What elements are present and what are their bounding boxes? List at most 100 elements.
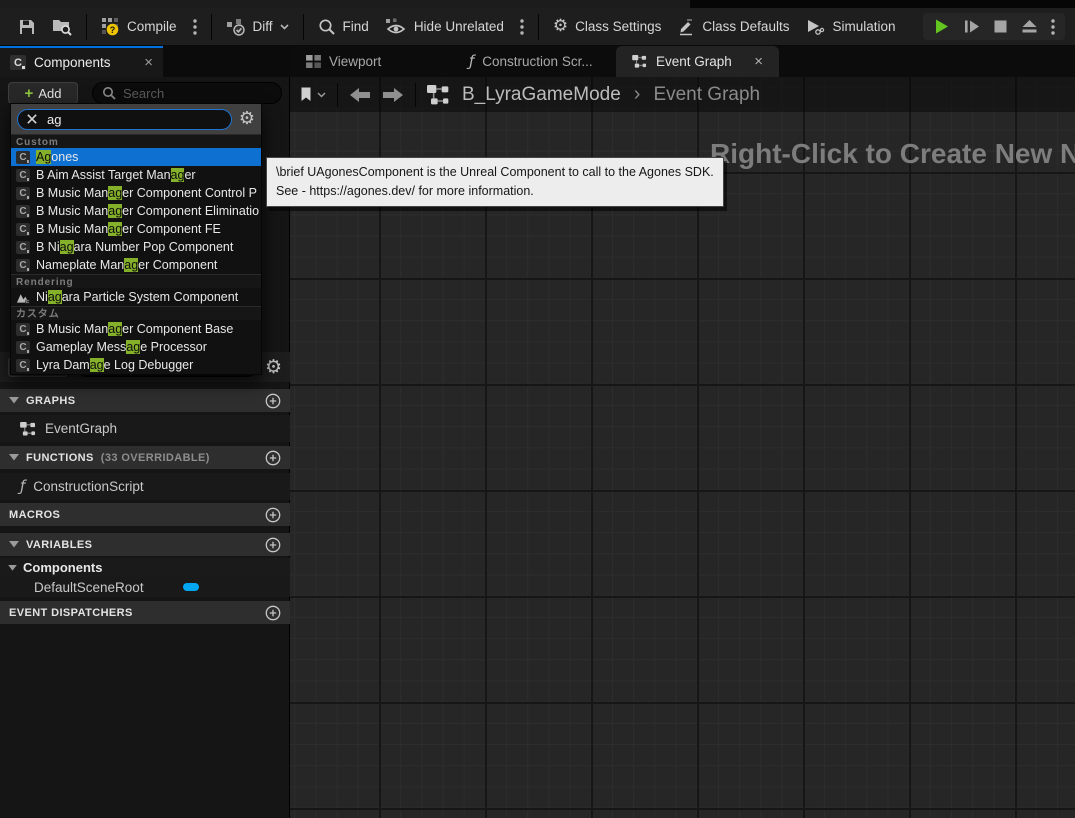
find-button[interactable]: Find <box>310 13 377 41</box>
collapse-arrow-icon[interactable] <box>9 541 19 548</box>
search-placeholder: Search <box>123 86 164 101</box>
toolbar-separator <box>211 14 212 40</box>
component-class-search-input[interactable]: ag <box>17 109 232 130</box>
default-scene-root-variable[interactable]: DefaultSceneRoot <box>0 577 290 597</box>
breadcrumb-chevron: › <box>634 83 641 106</box>
hide-unrelated-label: Hide Unrelated <box>414 19 504 34</box>
dropdown-item[interactable]: CNameplate Manager Component <box>11 256 261 274</box>
dropdown-settings-gear-icon[interactable]: ⚙ <box>239 110 255 128</box>
save-button[interactable] <box>10 13 44 41</box>
chevron-down-icon <box>317 92 326 98</box>
titlebar <box>0 0 1075 8</box>
macros-section-header[interactable]: MACROS <box>0 503 290 526</box>
simulation-button[interactable]: Simulation <box>797 13 903 41</box>
dropdown-item[interactable]: CLyra Damage Log Debugger <box>11 356 261 374</box>
toolbar-separator <box>538 14 539 40</box>
dropdown-item-label: Lyra Damage Log Debugger <box>36 358 193 372</box>
dropdown-item[interactable]: CB Music Manager Component Eliminatio <box>11 202 261 220</box>
dropdown-item[interactable]: CNiagara Particle System Component <box>11 288 261 306</box>
gear-icon: ⚙ <box>553 18 568 35</box>
tab-label: Viewport <box>329 54 381 69</box>
forward-button[interactable] <box>382 87 404 103</box>
add-function-button[interactable] <box>265 450 281 466</box>
breadcrumb-blueprint-name[interactable]: B_LyraGameMode <box>462 84 621 106</box>
component-icon: C <box>16 205 30 218</box>
hide-unrelated-button[interactable]: Hide Unrelated <box>377 13 512 41</box>
add-button-label: Add <box>38 86 61 101</box>
functions-section-header[interactable]: FUNCTIONS (33 OVERRIDABLE) <box>0 446 290 469</box>
dropdown-category-label: Rendering <box>11 274 261 288</box>
event-dispatchers-section-header[interactable]: EVENT DISPATCHERS <box>0 601 290 624</box>
play-button[interactable] <box>933 18 950 35</box>
tab-viewport[interactable]: Viewport <box>290 46 453 77</box>
class-settings-button[interactable]: ⚙ Class Settings <box>545 13 670 40</box>
collapse-arrow-icon[interactable] <box>9 397 19 404</box>
search-query-text: ag <box>47 112 61 127</box>
eject-button[interactable] <box>1021 19 1038 34</box>
dropdown-item[interactable]: C B Niagara Number Pop Component <box>11 238 261 256</box>
dropdown-item[interactable]: CB Music Manager Component Base <box>11 320 261 338</box>
find-label: Find <box>343 19 369 34</box>
ellipsis-vertical-icon <box>520 19 524 35</box>
hide-unrelated-options-button[interactable] <box>512 14 532 40</box>
close-tab-icon[interactable]: × <box>144 55 153 70</box>
dropdown-item[interactable]: CB Aim Assist Target Manager <box>11 166 261 184</box>
dropdown-item[interactable]: CB Music Manager Component FE <box>11 220 261 238</box>
play-options-button[interactable] <box>1051 19 1055 35</box>
compile-button[interactable]: ? Compile <box>93 12 185 41</box>
dropdown-item-label: B Music Manager Component Control P <box>36 186 257 200</box>
graph-icon <box>427 85 451 105</box>
clear-search-icon[interactable] <box>26 113 38 125</box>
variables-section-header[interactable]: VARIABLES <box>0 533 290 556</box>
tab-event-graph[interactable]: Event Graph × <box>616 46 779 77</box>
components-search-input[interactable]: Search <box>92 82 282 104</box>
tooltip-line-1: \brief UAgonesComponent is the Unreal Co… <box>276 163 714 182</box>
tooltip-line-2: See - https://agones.dev/ for more infor… <box>276 182 714 201</box>
event-graph-item[interactable]: EventGraph <box>0 415 290 442</box>
collapse-arrow-icon[interactable] <box>8 565 17 571</box>
diff-button[interactable]: Diff <box>218 13 297 41</box>
tab-construction-script[interactable]: ƒ Construction Scr... <box>453 46 616 77</box>
stop-button[interactable] <box>993 19 1008 34</box>
add-macro-button[interactable] <box>265 507 281 523</box>
function-icon: ƒ <box>469 54 474 69</box>
dropdown-item-label: Niagara Particle System Component <box>36 290 238 304</box>
simulation-label: Simulation <box>832 19 895 34</box>
add-component-button[interactable]: + Add <box>8 82 78 104</box>
add-graph-button[interactable] <box>265 393 281 409</box>
dropdown-item-label: B Niagara Number Pop Component <box>36 240 233 254</box>
bookmark-icon <box>300 87 312 102</box>
plus-icon: + <box>25 86 34 101</box>
add-component-dropdown: ag ⚙ CustomCAgonesCB Aim Assist Target M… <box>10 103 262 375</box>
dropdown-item-label: B Music Manager Component FE <box>36 222 221 236</box>
collapse-arrow-icon[interactable] <box>9 454 19 461</box>
graphs-section-header[interactable]: GRAPHS <box>0 389 290 412</box>
frame-skip-button[interactable] <box>963 18 980 35</box>
add-event-dispatcher-button[interactable] <box>265 605 281 621</box>
component-icon: C <box>16 241 30 254</box>
function-icon: ƒ <box>20 479 25 494</box>
class-defaults-button[interactable]: Class Defaults <box>669 13 797 41</box>
component-icon: C <box>16 341 30 354</box>
construction-script-item[interactable]: ƒ ConstructionScript <box>0 473 290 500</box>
dropdown-item-label: Agones <box>36 150 78 164</box>
dropdown-item[interactable]: CB Music Manager Component Control P <box>11 184 261 202</box>
components-variable-category[interactable]: Components <box>0 558 290 577</box>
close-tab-icon[interactable]: × <box>754 54 763 69</box>
bookmarks-button[interactable] <box>300 87 326 102</box>
titlebar-dark-region <box>690 0 1075 8</box>
browse-button[interactable] <box>44 12 80 41</box>
blueprint-settings-gear-icon[interactable]: ⚙ <box>265 358 282 377</box>
graph-icon <box>632 55 648 68</box>
dropdown-item[interactable]: CAgones <box>11 148 261 166</box>
breadcrumb-separator-line <box>337 83 338 107</box>
tab-label: Construction Scr... <box>482 54 592 69</box>
simulation-icon <box>805 18 825 36</box>
back-button[interactable] <box>349 87 371 103</box>
dropdown-item[interactable]: CGameplay Message Processor <box>11 338 261 356</box>
compile-options-button[interactable] <box>185 14 205 40</box>
variable-type-pill <box>183 583 199 591</box>
add-variable-button[interactable] <box>265 537 281 553</box>
macros-label: MACROS <box>9 509 60 521</box>
components-tab[interactable]: C Components × <box>0 46 163 77</box>
